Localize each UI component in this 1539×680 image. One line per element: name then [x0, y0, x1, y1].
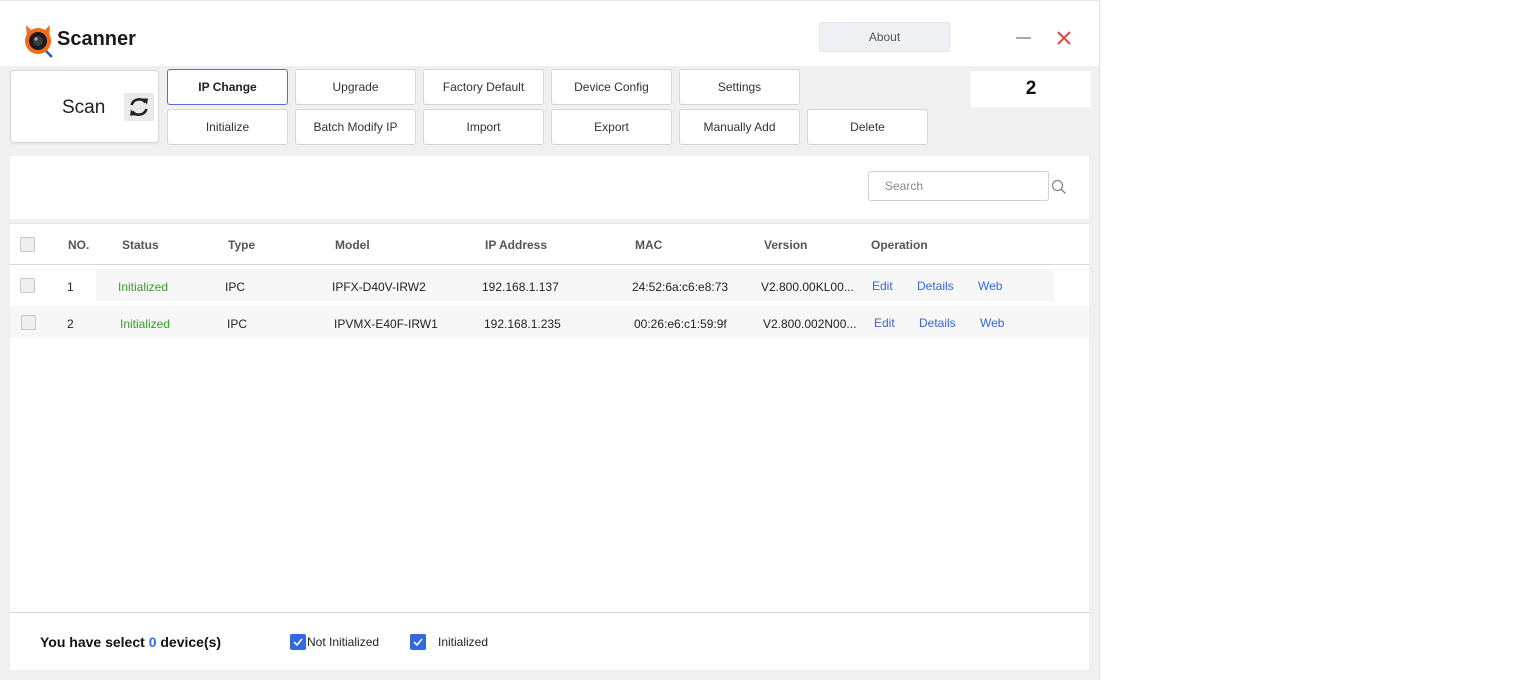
web-link[interactable]: Web — [980, 316, 1004, 330]
header-no: NO. — [68, 238, 90, 252]
device-count: 2 — [971, 71, 1091, 107]
check-icon — [293, 638, 303, 647]
check-icon — [413, 638, 423, 647]
batch-modify-ip-button[interactable]: Batch Modify IP — [295, 109, 416, 145]
cell-status: Initialized — [120, 317, 171, 331]
ip-change-button[interactable]: IP Change — [167, 69, 288, 105]
cell-ip-address: 192.168.1.235 — [484, 317, 561, 331]
cell-status: Initialized — [118, 280, 169, 294]
edit-link[interactable]: Edit — [872, 279, 893, 293]
scanner-window: Scanner About Scan IP Change Upgrade Fac… — [0, 0, 1100, 680]
selection-summary: You have select 0 device(s) — [40, 634, 221, 650]
initialized-label: Initialized — [438, 635, 489, 649]
table-header: NO. Status Type Model IP Address MAC Ver… — [10, 224, 1089, 265]
search-panel — [10, 156, 1089, 219]
cell-no: 2 — [67, 317, 74, 331]
delete-button[interactable]: Delete — [807, 109, 928, 145]
cell-no: 1 — [67, 280, 74, 294]
manually-add-button[interactable]: Manually Add — [679, 109, 800, 145]
web-link[interactable]: Web — [978, 279, 1002, 293]
import-button[interactable]: Import — [423, 109, 544, 145]
cell-mac: 00:26:e6:c1:59:9f — [634, 317, 727, 331]
initialized-checkbox[interactable] — [410, 634, 426, 650]
cell-type: IPC — [227, 317, 248, 331]
minimize-icon[interactable] — [1014, 28, 1034, 48]
details-link[interactable]: Details — [917, 279, 954, 293]
close-icon[interactable] — [1053, 27, 1075, 49]
row-checkbox[interactable] — [20, 278, 35, 293]
device-table: NO. Status Type Model IP Address MAC Ver… — [10, 223, 1089, 613]
cell-version: V2.800.002N00... — [763, 317, 857, 331]
header-status: Status — [122, 238, 159, 252]
table-row[interactable]: 1 Initialized IPC IPFX-D40V-IRW2 192.168… — [10, 269, 1089, 303]
refresh-icon — [124, 93, 154, 121]
initialize-button[interactable]: Initialize — [167, 109, 288, 145]
title-bar: Scanner About — [0, 0, 1099, 66]
header-operation: Operation — [871, 238, 928, 252]
scan-label: Scan — [62, 97, 106, 118]
app-logo-icon — [25, 25, 53, 58]
header-type: Type — [228, 238, 256, 252]
header-mac: MAC — [635, 238, 663, 252]
export-button[interactable]: Export — [551, 109, 672, 145]
selection-suffix: device(s) — [156, 634, 222, 650]
row-checkbox[interactable] — [21, 315, 36, 330]
table-row[interactable]: 2 Initialized IPC IPVMX-E40F-IRW1 192.16… — [10, 306, 1089, 340]
header-ip-address: IP Address — [485, 238, 548, 252]
footer-bar: You have select 0 device(s) Not Initiali… — [10, 612, 1089, 670]
selection-prefix: You have select — [40, 634, 149, 650]
header-model: Model — [335, 238, 370, 252]
search-icon[interactable] — [1051, 179, 1067, 195]
device-config-button[interactable]: Device Config — [551, 69, 672, 105]
about-button[interactable]: About — [819, 22, 950, 52]
header-version: Version — [764, 238, 808, 252]
search-input[interactable] — [868, 171, 1049, 201]
details-link[interactable]: Details — [919, 316, 956, 330]
cell-mac: 24:52:6a:c6:e8:73 — [632, 280, 729, 294]
cell-version: V2.800.00KL00... — [761, 280, 854, 294]
edit-link[interactable]: Edit — [874, 316, 895, 330]
scan-button[interactable]: Scan — [10, 70, 159, 143]
factory-default-button[interactable]: Factory Default — [423, 69, 544, 105]
select-all-checkbox[interactable] — [20, 237, 35, 252]
not-initialized-checkbox[interactable] — [290, 634, 306, 650]
app-title: Scanner — [57, 28, 136, 50]
cell-model: IPVMX-E40F-IRW1 — [334, 317, 438, 331]
not-initialized-label: Not Initialized — [307, 635, 380, 649]
cell-ip-address: 192.168.1.137 — [482, 280, 559, 294]
upgrade-button[interactable]: Upgrade — [295, 69, 416, 105]
settings-button[interactable]: Settings — [679, 69, 800, 105]
cell-model: IPFX-D40V-IRW2 — [332, 280, 426, 294]
cell-type: IPC — [225, 280, 246, 294]
